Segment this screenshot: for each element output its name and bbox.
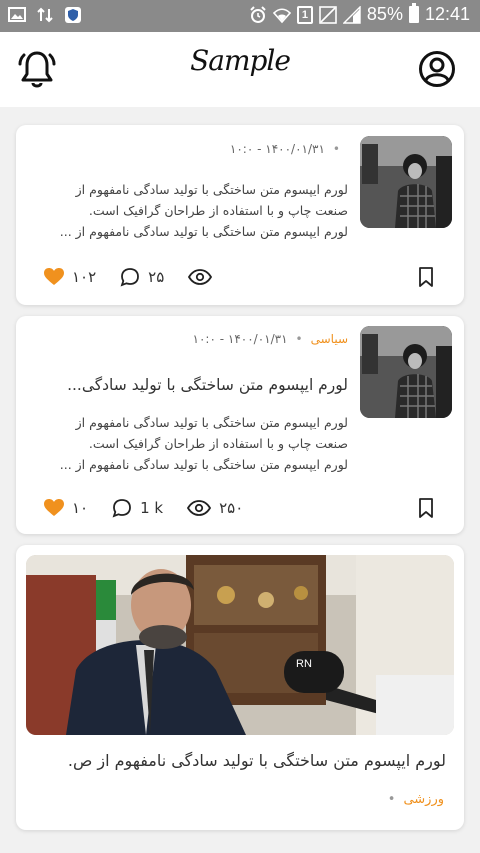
post-meta: سیاسی • ۱۴۰۰/۰۱/۳۱ - ۱۰:۰ (193, 332, 348, 346)
excerpt-line: صنعت چاپ و با استفاده از طراحان گرافیک ا… (88, 436, 348, 451)
meta-dot: • (332, 142, 340, 156)
post-excerpt: لورم ایپسوم متن ساختگی با تولید سادگی نا… (48, 412, 348, 475)
featured-news-image[interactable]: RN (26, 555, 454, 735)
eye-icon (188, 269, 213, 285)
status-bar: 1 85% 12:41 (0, 0, 480, 32)
eye-icon (187, 500, 212, 516)
post-excerpt: لورم ایپسوم متن ساختگی با تولید سادگی نا… (48, 179, 348, 242)
no-signal-icon (319, 5, 337, 24)
meta-dot: • (387, 792, 396, 807)
post-meta: • ۱۴۰۰/۰۱/۳۱ - ۱۰:۰ (230, 142, 348, 156)
bookmark-icon[interactable] (418, 498, 434, 518)
excerpt-line: لورم ایپسوم متن ساختگی با تولید سادگی نا… (59, 457, 348, 472)
excerpt-line: لورم ایپسوم متن ساختگی با تولید سادگی نا… (59, 224, 348, 239)
like-count: ۱۰۲ (72, 268, 97, 286)
battery-percent: 85% (366, 4, 403, 24)
comment-count: ۲۵ (148, 268, 165, 286)
app-header: Sample (0, 32, 480, 107)
post-actions: ۱۰ 1 k ۲۵۰ (44, 496, 434, 520)
meta-dot: • (295, 332, 303, 346)
news-card-featured[interactable]: RN لورم ایپسوم متن ساختگی با تولید سادگی… (16, 545, 464, 830)
view-count: ۲۵۰ (219, 499, 244, 517)
post-category[interactable]: ورزشی (403, 792, 444, 807)
post-actions: ۱۰۲ ۲۵ (44, 265, 434, 289)
like-action[interactable]: ۱۰ (44, 499, 88, 517)
profile-icon[interactable] (418, 50, 456, 88)
featured-post-title[interactable]: لورم ایپسوم متن ساختگی با تولید سادگی نا… (68, 751, 446, 770)
comment-icon (120, 268, 140, 287)
mic-logo-text: RN (296, 658, 312, 670)
alarm-icon (250, 5, 266, 23)
views-action (188, 269, 213, 285)
like-count: ۱۰ (72, 499, 89, 517)
news-thumbnail[interactable] (360, 326, 452, 418)
post-date: ۱۴۰۰/۰۱/۳۱ - ۱۰:۰ (229, 142, 325, 156)
excerpt-line: لورم ایپسوم متن ساختگی با تولید سادگی نا… (75, 415, 348, 430)
comment-icon (112, 499, 132, 518)
featured-post-meta: ورزشی • (388, 792, 444, 807)
gallery-icon (8, 7, 26, 22)
bookmark-icon[interactable] (418, 267, 434, 287)
comment-action[interactable]: ۲۵ (120, 267, 164, 287)
data-transfer-icon (37, 7, 53, 23)
post-date: ۱۴۰۰/۰۱/۳۱ - ۱۰:۰ (192, 332, 288, 346)
excerpt-line: لورم ایپسوم متن ساختگی با تولید سادگی نا… (75, 182, 348, 197)
heart-icon (44, 268, 64, 285)
heart-icon (44, 499, 64, 516)
post-category[interactable]: سیاسی (311, 332, 348, 346)
comment-count: 1 k (140, 499, 164, 517)
clock: 12:41 (424, 4, 470, 24)
post-title[interactable]: لورم ایپسوم متن ساختگی با تولید سادگی... (67, 376, 348, 394)
wifi-icon (272, 7, 291, 23)
views-action: ۲۵۰ (187, 499, 243, 517)
news-card[interactable]: سیاسی • ۱۴۰۰/۰۱/۳۱ - ۱۰:۰ لورم ایپسوم متن … (16, 316, 464, 534)
signal-icon (342, 5, 361, 24)
app-logo: Sample (190, 44, 291, 77)
news-card[interactable]: • ۱۴۰۰/۰۱/۳۱ - ۱۰:۰ لورم ایپسوم متن ساختگ… (16, 125, 464, 305)
sim-badge: 1 (296, 5, 313, 24)
battery-icon (408, 3, 419, 23)
excerpt-line: صنعت چاپ و با استفاده از طراحان گرافیک ا… (88, 203, 348, 218)
comment-action[interactable]: 1 k (112, 498, 163, 518)
like-action[interactable]: ۱۰۲ (44, 268, 96, 286)
news-thumbnail[interactable] (360, 136, 452, 228)
shield-app-icon (65, 7, 81, 23)
